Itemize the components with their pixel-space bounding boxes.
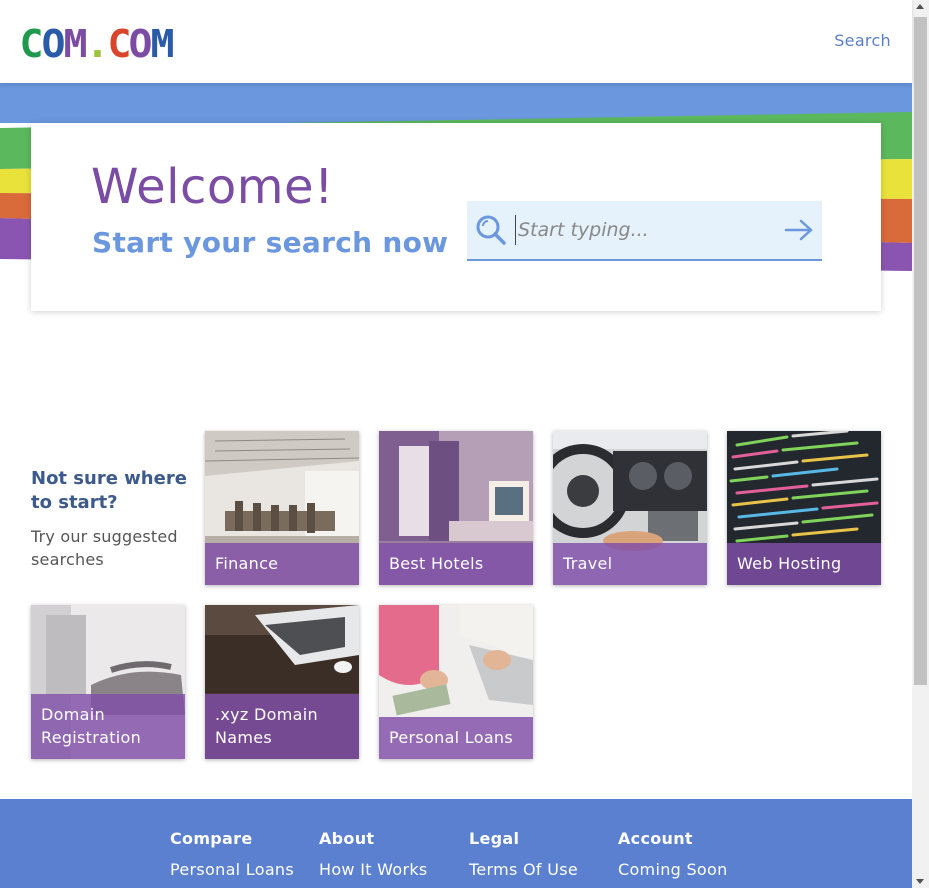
tile-xyz-domain-names[interactable]: .xyz Domain Names bbox=[205, 605, 359, 759]
tile-domain-registration[interactable]: Domain Registration bbox=[31, 605, 185, 759]
welcome-title: Welcome! bbox=[91, 159, 334, 215]
tile-finance[interactable]: Finance bbox=[205, 431, 359, 585]
tile-personal-loans[interactable]: Personal Loans bbox=[379, 605, 533, 759]
tile-label: Domain Registration bbox=[31, 694, 185, 759]
welcome-card: Welcome! Start your search now bbox=[31, 123, 881, 311]
tile-label: Finance bbox=[205, 543, 359, 585]
header-search-link[interactable]: Search bbox=[834, 31, 891, 50]
search-input[interactable] bbox=[515, 215, 770, 245]
arrow-right-icon[interactable] bbox=[784, 218, 814, 242]
tile-best-hotels[interactable]: Best Hotels bbox=[379, 431, 533, 585]
footer-link-terms-of-use[interactable]: Terms Of Use bbox=[469, 860, 578, 879]
logo-letter: C bbox=[107, 22, 131, 66]
tile-label: Web Hosting bbox=[727, 543, 881, 585]
footer-link-personal-loans[interactable]: Personal Loans bbox=[170, 860, 294, 879]
scroll-up-arrow-icon[interactable] bbox=[916, 4, 924, 9]
tile-web-hosting[interactable]: Web Hosting bbox=[727, 431, 881, 585]
tile-label: Travel bbox=[553, 543, 707, 585]
logo-letter: O bbox=[128, 22, 153, 66]
site-header: C O M . C O M Search bbox=[0, 0, 912, 83]
logo-letter: M bbox=[150, 22, 175, 66]
page-scrollbar[interactable] bbox=[912, 0, 929, 888]
footer-column-about: About How It Works bbox=[319, 829, 428, 879]
logo-letter: C bbox=[19, 22, 43, 66]
logo-letter: . bbox=[85, 22, 109, 66]
search-box[interactable] bbox=[467, 201, 822, 261]
tile-travel[interactable]: Travel bbox=[553, 431, 707, 585]
site-logo[interactable]: C O M . C O M bbox=[19, 22, 175, 66]
footer-column-compare: Compare Personal Loans bbox=[170, 829, 294, 879]
footer-heading: Legal bbox=[469, 829, 520, 848]
footer-link-how-it-works[interactable]: How It Works bbox=[319, 860, 428, 879]
footer-link-coming-soon[interactable]: Coming Soon bbox=[618, 860, 728, 879]
footer-heading: About bbox=[319, 829, 375, 848]
tile-label: Best Hotels bbox=[379, 543, 533, 585]
footer-heading: Compare bbox=[170, 829, 253, 848]
scroll-down-arrow-icon[interactable] bbox=[916, 879, 924, 884]
welcome-subtitle: Start your search now bbox=[92, 226, 449, 259]
suggestions-heading: Not sure where to start? bbox=[31, 468, 187, 513]
footer-heading: Account bbox=[618, 829, 693, 848]
logo-letter: O bbox=[41, 22, 65, 66]
search-icon bbox=[476, 215, 506, 245]
logo-letter: M bbox=[63, 22, 87, 66]
footer-column-account: Account Coming Soon bbox=[618, 829, 728, 879]
tile-label: Personal Loans bbox=[379, 717, 533, 759]
suggestions-subheading: Try our suggested searches bbox=[31, 527, 178, 569]
footer-column-legal: Legal Terms Of Use bbox=[469, 829, 578, 879]
tile-label: .xyz Domain Names bbox=[205, 694, 359, 759]
scroll-thumb[interactable] bbox=[914, 17, 927, 685]
site-footer: Compare Personal Loans About How It Work… bbox=[0, 799, 912, 888]
